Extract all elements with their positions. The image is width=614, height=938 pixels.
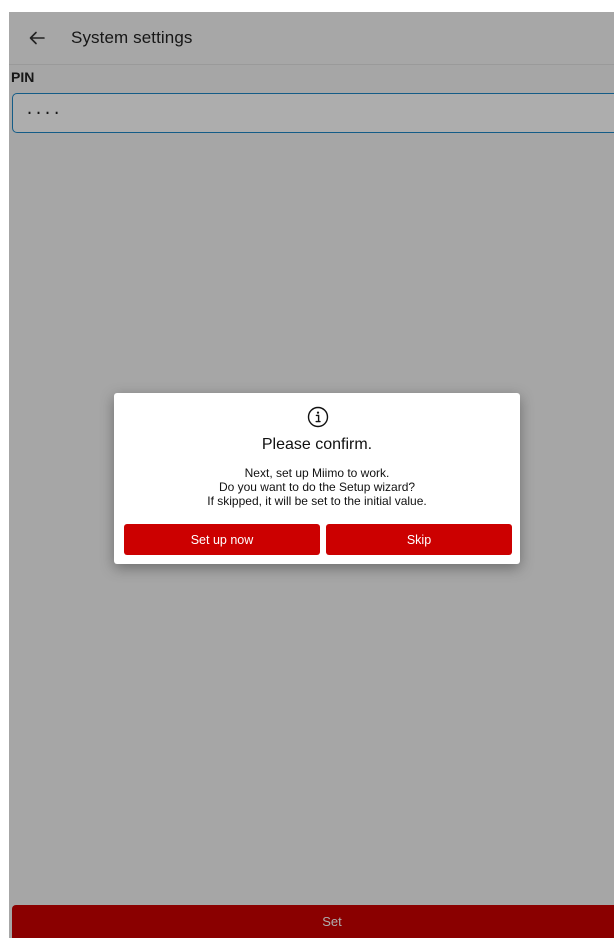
settings-screen: System settings PIN Set Please confirm. … (9, 12, 614, 938)
dialog-message: Next, set up Miimo to work. Do you want … (114, 466, 520, 508)
set-up-now-button[interactable]: Set up now (124, 524, 320, 555)
confirm-dialog: Please confirm. Next, set up Miimo to wo… (114, 393, 520, 564)
dialog-message-line: Do you want to do the Setup wizard? (218, 480, 416, 494)
dialog-message-line: Next, set up Miimo to work. (244, 466, 390, 480)
dialog-title: Please confirm. (261, 436, 373, 453)
info-icon (307, 406, 329, 428)
skip-button[interactable]: Skip (326, 524, 512, 555)
dialog-message-line: If skipped, it will be set to the initia… (207, 494, 427, 508)
